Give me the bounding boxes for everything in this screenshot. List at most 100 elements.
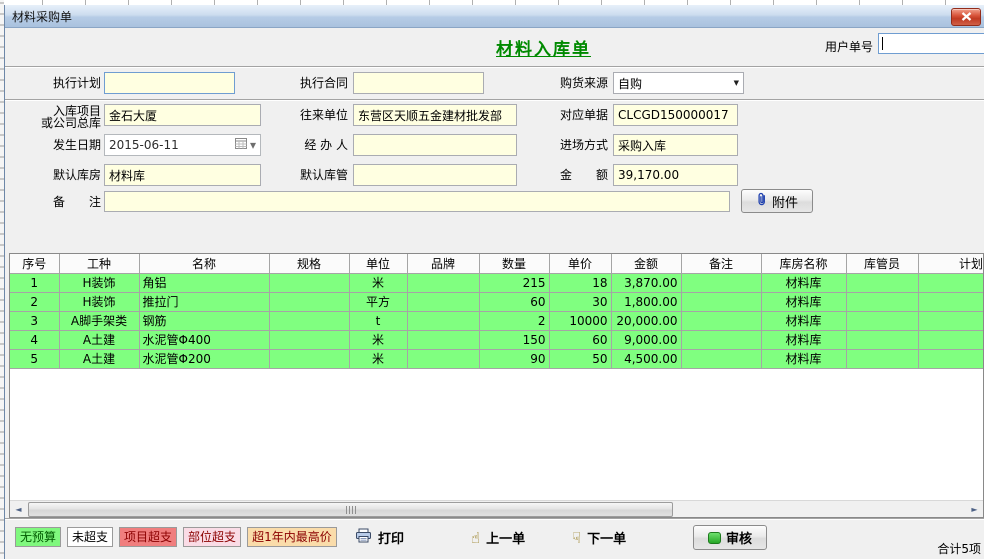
handler-label: 经 办 人 xyxy=(284,134,348,156)
project-input[interactable] xyxy=(104,104,261,126)
close-button[interactable] xyxy=(951,8,981,26)
table-cell: 2 xyxy=(479,311,549,330)
entry-mode-input[interactable] xyxy=(613,134,738,156)
exec-plan-label: 执行计划 xyxy=(29,72,101,94)
calendar-icon xyxy=(235,138,247,152)
user-no-input[interactable] xyxy=(878,33,984,54)
table-cell: 50 xyxy=(549,349,611,368)
table-cell: 米 xyxy=(349,330,407,349)
horizontal-scrollbar[interactable]: ◄ ► xyxy=(10,500,983,517)
table-cell xyxy=(269,292,349,311)
attachment-button[interactable]: 附件 xyxy=(741,189,813,213)
table-cell: 30 xyxy=(549,292,611,311)
counterparty-input[interactable] xyxy=(353,104,517,126)
status-badge: 超1年内最高价 xyxy=(247,527,337,547)
table-row[interactable]: 5A土建水泥管Φ200米90504,500.00材料库 xyxy=(10,349,984,368)
column-header[interactable]: 库管员 xyxy=(846,254,918,273)
exec-contract-input[interactable] xyxy=(353,72,484,94)
table-cell xyxy=(918,273,984,292)
window-titlebar[interactable]: 材料采购单 xyxy=(5,5,984,28)
column-header[interactable]: 单位 xyxy=(349,254,407,273)
table-cell xyxy=(407,349,479,368)
table-cell xyxy=(681,349,761,368)
column-header[interactable]: 单价 xyxy=(549,254,611,273)
table-cell: 2 xyxy=(10,292,59,311)
column-header[interactable]: 库房名称 xyxy=(761,254,846,273)
table-cell: 3 xyxy=(10,311,59,330)
table-cell: 水泥管Φ200 xyxy=(139,349,269,368)
table-row[interactable]: 4A土建水泥管Φ400米150609,000.00材料库 xyxy=(10,330,984,349)
column-header[interactable]: 金额 xyxy=(611,254,681,273)
scroll-left-button[interactable]: ◄ xyxy=(10,501,27,518)
table-row[interactable]: 3A脚手架类钢筋t21000020,000.00材料库 xyxy=(10,311,984,330)
ref-doc-label: 对应单据 xyxy=(536,104,608,126)
items-table: 序号工种名称规格单位品牌数量单价金额备注库房名称库管员计划项目 1H装饰角铝米2… xyxy=(10,254,984,369)
scroll-left-icon: ◄ xyxy=(15,505,21,514)
table-cell: H装饰 xyxy=(59,273,139,292)
attachment-label: 附件 xyxy=(772,192,798,211)
table-cell: 米 xyxy=(349,273,407,292)
bottom-toolbar: 无预算未超支项目超支部位超支超1年内最高价 打印 ☝ 上一单 ☟ 下一单 审核 … xyxy=(5,519,984,559)
status-badges: 无预算未超支项目超支部位超支超1年内最高价 xyxy=(15,527,337,547)
amount-input[interactable] xyxy=(613,164,738,186)
table-cell: 材料库 xyxy=(761,349,846,368)
default-keeper-input[interactable] xyxy=(353,164,517,186)
table-row[interactable]: 1H装饰角铝米215183,870.00材料库 xyxy=(10,273,984,292)
table-cell xyxy=(918,330,984,349)
table-cell: 18 xyxy=(549,273,611,292)
scroll-right-icon: ► xyxy=(971,505,977,514)
page-title: 材料入库单 xyxy=(496,35,591,60)
default-warehouse-input[interactable] xyxy=(104,164,261,186)
table-cell: 4,500.00 xyxy=(611,349,681,368)
table-cell: A脚手架类 xyxy=(59,311,139,330)
table-cell: 材料库 xyxy=(761,311,846,330)
table-row[interactable]: 2H装饰推拉门平方60301,800.00材料库 xyxy=(10,292,984,311)
column-header[interactable]: 计划项目 xyxy=(918,254,984,273)
exec-plan-input[interactable] xyxy=(104,72,235,94)
user-no-label: 用户单号 xyxy=(801,36,873,58)
table-cell: 1 xyxy=(10,273,59,292)
text-caret xyxy=(882,37,883,50)
remark-input[interactable] xyxy=(104,191,730,212)
next-record-label: 下一单 xyxy=(587,528,626,547)
table-cell xyxy=(407,330,479,349)
audit-button[interactable]: 审核 xyxy=(693,525,767,550)
date-picker[interactable]: 2015-06-11 ▾ xyxy=(104,134,261,156)
table-cell: 钢筋 xyxy=(139,311,269,330)
column-header[interactable]: 品牌 xyxy=(407,254,479,273)
ref-doc-input[interactable] xyxy=(613,104,738,126)
column-header[interactable]: 规格 xyxy=(269,254,349,273)
separator xyxy=(5,66,984,68)
purchase-source-select[interactable]: 自购 ▼ xyxy=(613,72,744,94)
close-icon xyxy=(961,10,972,24)
column-header[interactable]: 数量 xyxy=(479,254,549,273)
table-cell xyxy=(846,273,918,292)
audit-green-icon xyxy=(708,532,721,544)
scrollbar-thumb[interactable] xyxy=(28,502,673,517)
table-cell: 米 xyxy=(349,349,407,368)
table-cell xyxy=(407,273,479,292)
column-header[interactable]: 序号 xyxy=(10,254,59,273)
print-button[interactable]: 打印 xyxy=(355,528,404,547)
previous-record-button[interactable]: ☝ 上一单 xyxy=(471,528,525,547)
next-record-button[interactable]: ☟ 下一单 xyxy=(572,528,626,547)
table-cell: 3,870.00 xyxy=(611,273,681,292)
table-cell: 材料库 xyxy=(761,273,846,292)
column-header[interactable]: 名称 xyxy=(139,254,269,273)
scroll-right-button[interactable]: ► xyxy=(966,501,983,518)
date-label: 发生日期 xyxy=(29,134,101,156)
table-cell xyxy=(918,311,984,330)
table-cell: 水泥管Φ400 xyxy=(139,330,269,349)
table-cell xyxy=(269,311,349,330)
table-cell xyxy=(269,330,349,349)
table-cell: 角铝 xyxy=(139,273,269,292)
table-cell: 60 xyxy=(549,330,611,349)
table-cell xyxy=(407,292,479,311)
table-cell xyxy=(681,311,761,330)
table-cell: t xyxy=(349,311,407,330)
column-header[interactable]: 工种 xyxy=(59,254,139,273)
handler-input[interactable] xyxy=(353,134,517,156)
table-cell: H装饰 xyxy=(59,292,139,311)
table-cell: 5 xyxy=(10,349,59,368)
column-header[interactable]: 备注 xyxy=(681,254,761,273)
